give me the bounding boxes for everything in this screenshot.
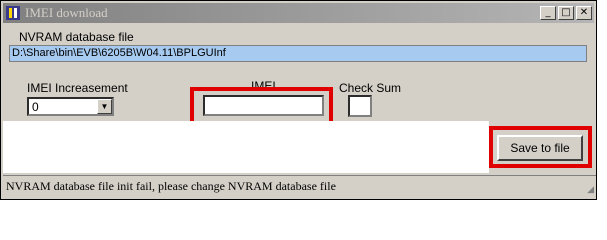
close-button[interactable]: ✕ (576, 6, 592, 20)
maximize-button[interactable]: □ (558, 6, 574, 20)
status-text: NVRAM database file init fail, please ch… (6, 179, 336, 193)
nvram-path-field[interactable]: D:\Share\bin\EVB\6205B\W04.11\BPLGUInf (9, 45, 587, 62)
imei-increasement-value: 0 (32, 100, 39, 114)
minimize-button[interactable]: _ (540, 6, 556, 20)
imei-increasement-select[interactable]: 0 ▼ (27, 97, 114, 116)
checksum-label: Check Sum (339, 81, 402, 95)
title-bar[interactable]: IMEI download _ □ ✕ (3, 3, 594, 23)
window-title: IMEI download (25, 5, 108, 20)
save-highlight-box (489, 126, 592, 168)
checksum-input[interactable] (348, 95, 372, 117)
nvram-label: NVRAM database file (19, 30, 134, 44)
status-bar: NVRAM database file init fail, please ch… (3, 175, 596, 197)
resize-grip-icon[interactable]: ◢ (587, 184, 594, 195)
output-area (3, 121, 489, 173)
imei-download-window: IMEI download _ □ ✕ NVRAM database file … (0, 0, 597, 200)
imei-increasement-label: IMEI Increasement (27, 81, 128, 95)
app-icon (6, 6, 20, 20)
chevron-down-icon[interactable]: ▼ (97, 99, 112, 114)
